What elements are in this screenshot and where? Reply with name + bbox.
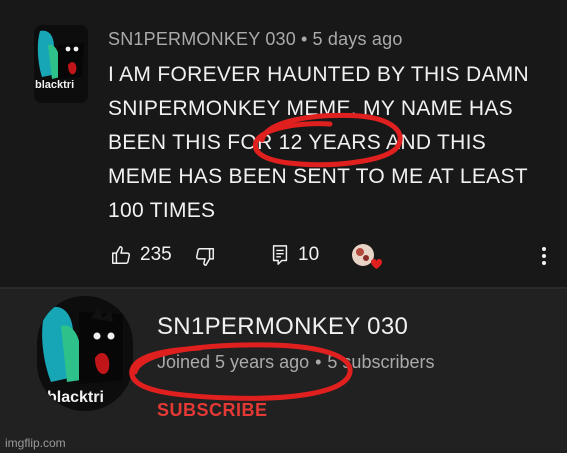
avatar-label: blacktri — [35, 79, 74, 91]
creator-heart-icon — [352, 244, 382, 269]
channel-name[interactable]: SN1PERMONKEY 030 — [157, 313, 408, 341]
replies-button[interactable]: 10 — [270, 244, 319, 266]
meta-separator: • — [300, 29, 308, 49]
creator-heart — [349, 242, 383, 274]
imgflip-watermark: imgflip.com — [5, 436, 66, 450]
comment-line: BEEN THIS FOR 12 YEARS AND THIS — [108, 131, 487, 154]
channel-stats: Joined 5 years ago • 5 subscribers — [157, 352, 434, 373]
comment-line: I AM FOREVER HAUNTED BY THIS DAMN — [108, 63, 530, 86]
comment-actions: 235 10 — [0, 244, 567, 272]
reply-icon — [272, 245, 288, 265]
comment-line: 100 TIMES — [108, 199, 216, 222]
comment-time[interactable]: 5 days ago — [312, 29, 402, 49]
comment-meta: SN1PERMONKEY 030 • 5 days ago — [108, 29, 403, 50]
comment-avatar[interactable]: blacktri — [34, 25, 88, 103]
stats-separator: • — [315, 352, 322, 372]
reply-count: 10 — [298, 244, 320, 265]
like-count: 235 — [140, 244, 172, 265]
comment-line: MEME HAS BEEN SENT TO ME AT LEAST — [108, 165, 528, 188]
subscribe-button[interactable]: SUBSCRIBE — [157, 400, 268, 421]
comment-body: I AM FOREVER HAUNTED BY THIS DAMN SNIPER… — [108, 58, 548, 228]
comment-line: SNIPERMONKEY MEME. MY NAME HAS — [108, 97, 513, 120]
like-button[interactable]: 235 — [110, 244, 172, 266]
dislike-button[interactable] — [194, 246, 216, 268]
channel-avatar[interactable]: blacktri — [37, 296, 133, 411]
more-options-button[interactable] — [541, 246, 547, 266]
thumbs-up-icon — [112, 246, 131, 264]
comment-author[interactable]: SN1PERMONKEY 030 — [108, 29, 296, 49]
more-vert-icon — [542, 247, 546, 265]
thumbs-down-icon — [195, 248, 214, 266]
joined-date: Joined 5 years ago — [157, 352, 310, 372]
subscriber-count: 5 subscribers — [327, 352, 435, 372]
